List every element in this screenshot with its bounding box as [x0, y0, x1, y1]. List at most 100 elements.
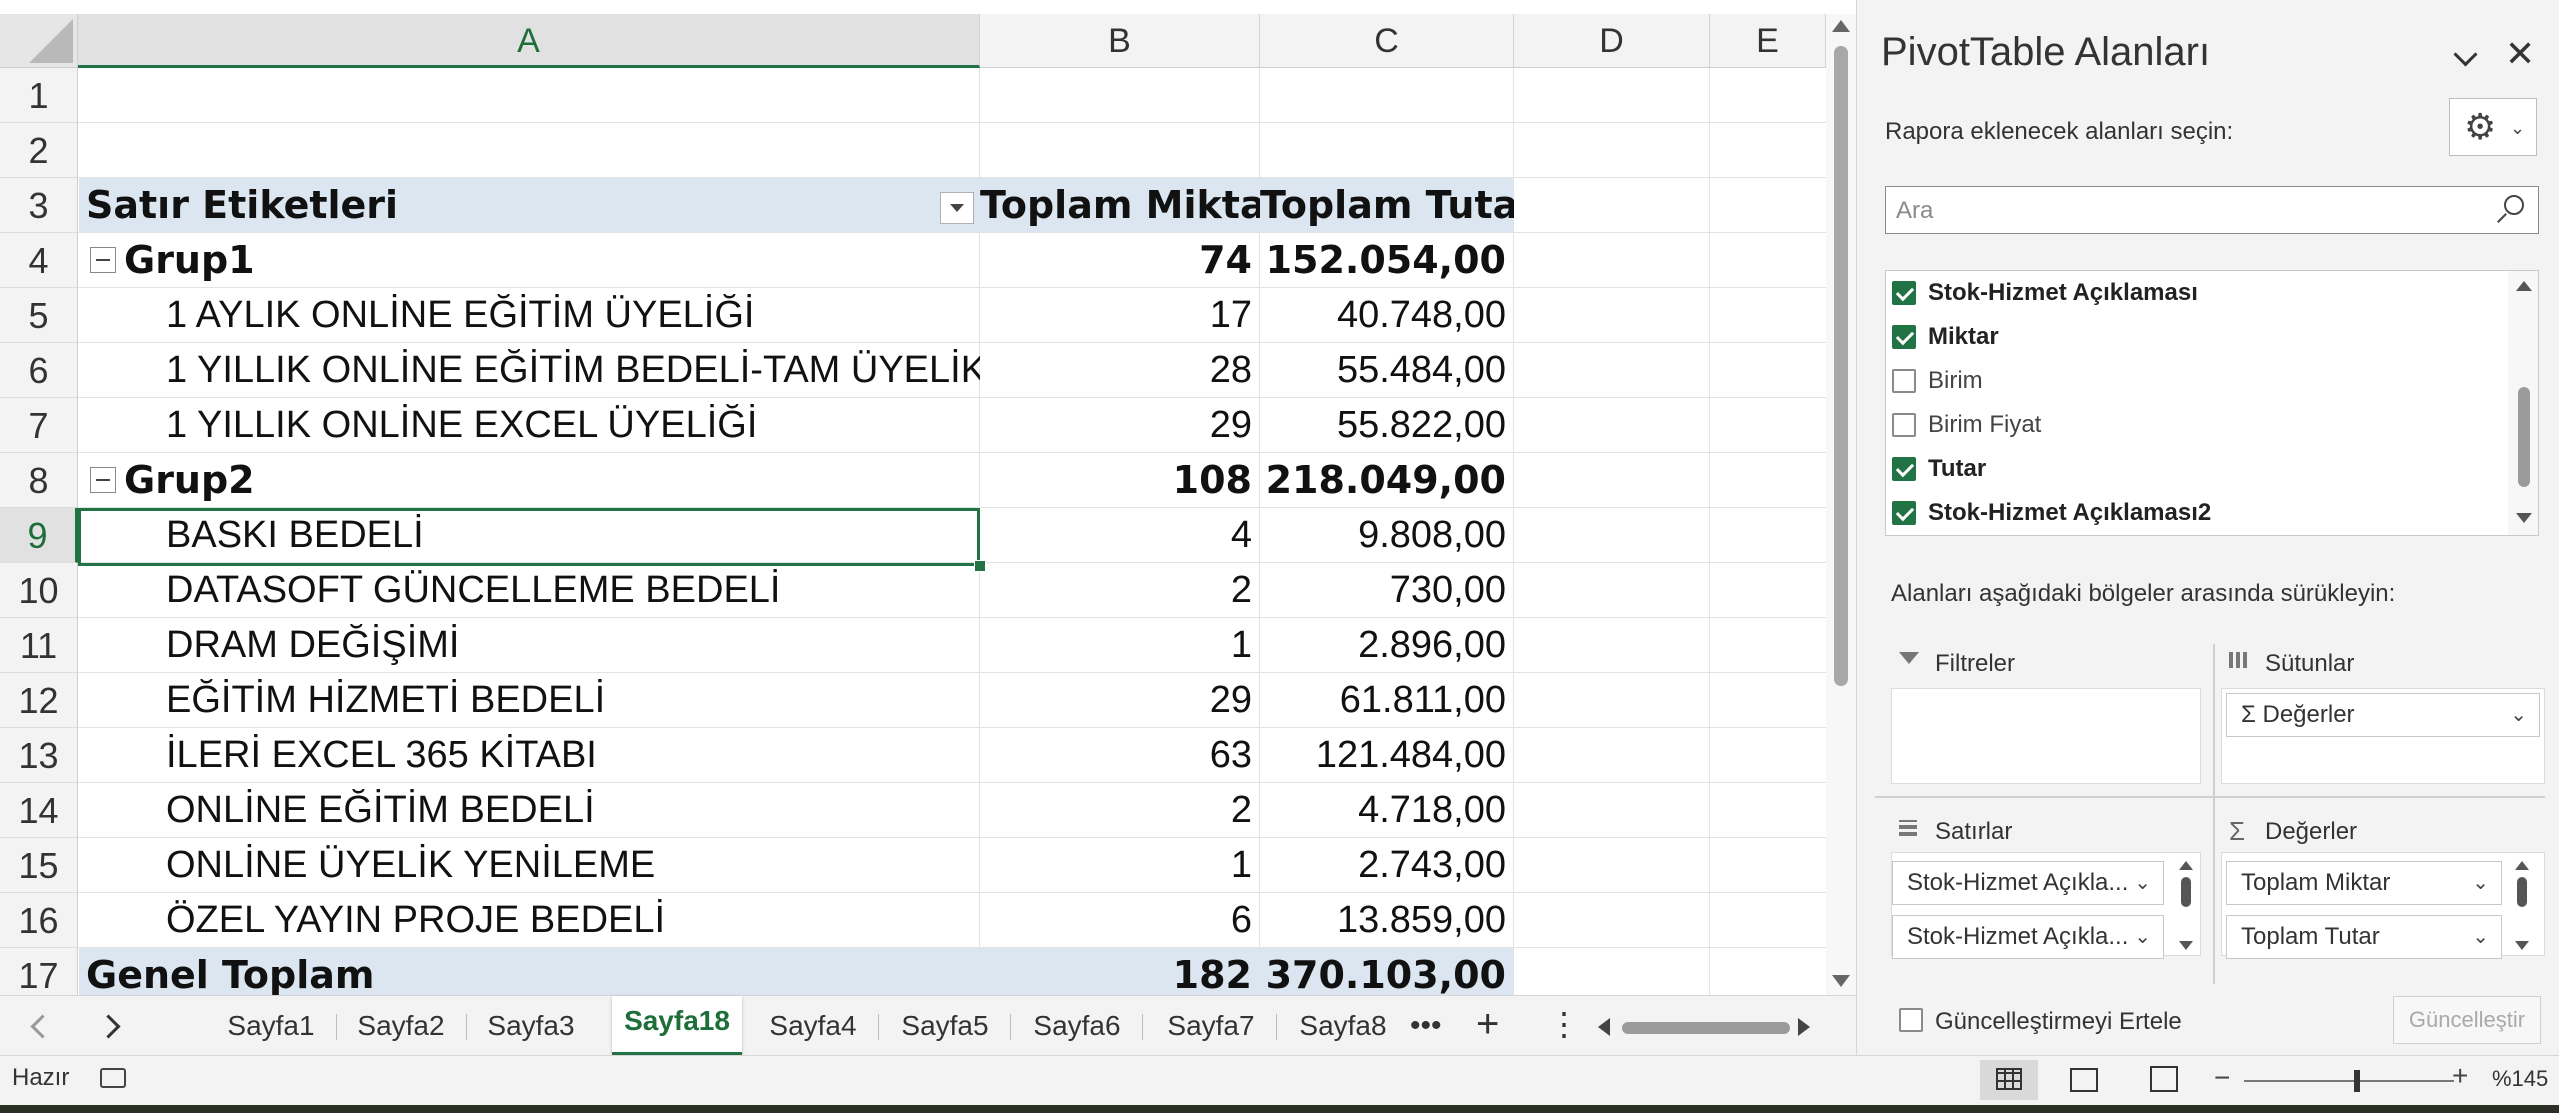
rows-item-1[interactable]: Stok-Hizmet Açıkla... ⌄ [1892, 861, 2164, 905]
row-header-14[interactable]: 14 [0, 783, 78, 838]
pivot-amount-cell[interactable]: 152.054,00 [1260, 233, 1514, 288]
accessibility-icon[interactable] [100, 1068, 126, 1088]
field-checkbox[interactable] [1892, 457, 1916, 481]
row-header-4[interactable]: 4 [0, 233, 78, 288]
pivot-qty-cell[interactable]: 1 [980, 618, 1260, 673]
pivot-qty-cell[interactable]: 1 [980, 838, 1260, 893]
sheet-tab-sayfa8[interactable]: Sayfa8 [1282, 1004, 1404, 1048]
rows-zone-scrollbar[interactable] [2176, 861, 2196, 953]
field-checkbox[interactable] [1892, 281, 1916, 305]
pivot-amount-cell[interactable]: 2.743,00 [1260, 838, 1514, 893]
pivot-group-label[interactable]: Grup2 [118, 453, 980, 508]
pivot-qty-cell[interactable]: 17 [980, 288, 1260, 343]
tab-options-icon[interactable]: ⋮ [1548, 1002, 1580, 1046]
vertical-scrollbar[interactable] [1826, 14, 1856, 995]
field-label[interactable]: Miktar [1928, 323, 1999, 351]
row-header-5[interactable]: 5 [0, 288, 78, 343]
row-header-6[interactable]: 6 [0, 343, 78, 398]
row-header-7[interactable]: 7 [0, 398, 78, 453]
column-header-a[interactable]: A [78, 14, 980, 68]
pivot-amount-cell[interactable]: 9.808,00 [1260, 508, 1514, 563]
pivot-item-label[interactable]: 1 YILLIK ONLİNE EXCEL ÜYELİĞİ [78, 398, 980, 453]
pivot-qty-cell[interactable]: 2 [980, 783, 1260, 838]
row-header-13[interactable]: 13 [0, 728, 78, 783]
row-header-17[interactable]: 17 [0, 948, 78, 995]
zoom-level[interactable]: %145 [2492, 1066, 2548, 1092]
pivot-item-label[interactable]: DRAM DEĞİŞİMİ [78, 618, 980, 673]
pivot-amount-cell[interactable]: 218.049,00 [1260, 453, 1514, 508]
pivot-amount-cell[interactable]: 55.822,00 [1260, 398, 1514, 453]
sheet-tab-sayfa1[interactable]: Sayfa1 [210, 1004, 332, 1048]
pivot-qty-cell[interactable]: 108 [980, 453, 1260, 508]
rows-item-2[interactable]: Stok-Hizmet Açıkla... ⌄ [1892, 915, 2164, 959]
search-icon[interactable] [2504, 195, 2524, 215]
sheet-tab-sayfa3[interactable]: Sayfa3 [470, 1004, 592, 1048]
sheet-tab-sayfa5[interactable]: Sayfa5 [884, 1004, 1006, 1048]
page-layout-view-icon[interactable] [2070, 1068, 2098, 1092]
panel-options-chevron-icon[interactable] [2453, 42, 2478, 67]
column-header-e[interactable]: E [1710, 14, 1826, 68]
page-break-view-icon[interactable] [2150, 1066, 2178, 1092]
pivot-qty-cell[interactable]: 29 [980, 398, 1260, 453]
hscroll-right-icon[interactable] [1798, 1018, 1810, 1036]
field-scroll-thumb[interactable] [2518, 387, 2530, 487]
pivot-header-toplam-miktar[interactable]: Toplam Miktar [980, 178, 1260, 233]
tools-gear-button[interactable]: ⚙ ⌄ [2449, 98, 2537, 156]
scroll-down-icon[interactable] [1832, 975, 1850, 987]
field-checkbox[interactable] [1892, 413, 1916, 437]
pivot-grand-total-amount[interactable]: 370.103,00 [1260, 948, 1514, 995]
zoom-out-icon[interactable]: − [2214, 1062, 2230, 1094]
zoom-slider[interactable] [2244, 1080, 2454, 1082]
field-label[interactable]: Birim [1928, 367, 1983, 395]
column-header-b[interactable]: B [980, 14, 1260, 68]
field-checkbox[interactable] [1892, 325, 1916, 349]
columns-drop-zone[interactable]: Σ Değerler ⌄ [2221, 688, 2545, 784]
row-header-2[interactable]: 2 [0, 123, 78, 178]
pivot-item-label[interactable]: ÖZEL YAYIN PROJE BEDELİ [78, 893, 980, 948]
row-header-12[interactable]: 12 [0, 673, 78, 728]
values-zone-scrollbar[interactable] [2512, 861, 2532, 953]
pivot-item-label[interactable]: İLERİ EXCEL 365 KİTABI [78, 728, 980, 783]
collapse-group-icon[interactable] [90, 247, 116, 273]
select-all-corner[interactable] [0, 14, 78, 68]
pivot-header-toplam-tutar[interactable]: Toplam Tutar [1260, 178, 1514, 233]
pivot-grand-total-label[interactable]: Genel Toplam [78, 948, 980, 995]
field-label[interactable]: Tutar [1928, 455, 1986, 483]
pivot-amount-cell[interactable]: 13.859,00 [1260, 893, 1514, 948]
vertical-scroll-thumb[interactable] [1834, 46, 1848, 686]
horizontal-scroll-thumb[interactable] [1622, 1022, 1790, 1034]
values-item-1[interactable]: Toplam Miktar ⌄ [2226, 861, 2502, 905]
field-search-input[interactable]: Ara [1896, 197, 1933, 225]
row-header-3[interactable]: 3 [0, 178, 78, 233]
pivot-grand-total-qty[interactable]: 182 [980, 948, 1260, 995]
pivot-qty-cell[interactable]: 28 [980, 343, 1260, 398]
pivot-amount-cell[interactable]: 121.484,00 [1260, 728, 1514, 783]
worksheet-grid[interactable]: ABCDE 1 2 3 4 5 6 7 8 9 10 11 12 13 14 15 16 17 Satır Et… [0, 0, 1826, 995]
prev-sheet-icon[interactable] [30, 1014, 55, 1039]
pivot-item-label[interactable]: EĞİTİM HİZMETİ BEDELİ [78, 673, 980, 728]
pivot-item-label[interactable]: DATASOFT GÜNCELLEME BEDELİ [78, 563, 980, 618]
field-list-scrollbar[interactable] [2508, 271, 2538, 535]
field-list[interactable]: Stok-Hizmet Açıklaması Miktar Birim Birim F… [1885, 270, 2539, 536]
pivot-amount-cell[interactable]: 4.718,00 [1260, 783, 1514, 838]
field-scroll-up-icon[interactable] [2516, 281, 2532, 291]
row-header-11[interactable]: 11 [0, 618, 78, 673]
column-header-d[interactable]: D [1514, 14, 1710, 68]
more-sheets-icon[interactable]: ••• [1410, 1004, 1442, 1048]
hscroll-left-icon[interactable] [1598, 1018, 1610, 1036]
row-header-10[interactable]: 10 [0, 563, 78, 618]
next-sheet-icon[interactable] [96, 1014, 121, 1039]
zoom-in-icon[interactable]: + [2452, 1060, 2468, 1092]
collapse-group-icon[interactable] [90, 467, 116, 493]
pivot-qty-cell[interactable]: 29 [980, 673, 1260, 728]
rows-drop-zone[interactable]: Stok-Hizmet Açıkla... ⌄ Stok-Hizmet Açık… [1891, 852, 2201, 959]
pivot-row-labels-header[interactable]: Satır Etiketleri [78, 178, 980, 233]
field-label[interactable]: Stok-Hizmet Açıklaması [1928, 279, 2198, 307]
pivot-amount-cell[interactable]: 40.748,00 [1260, 288, 1514, 343]
sheet-tab-sayfa7[interactable]: Sayfa7 [1150, 1004, 1272, 1048]
row-header-16[interactable]: 16 [0, 893, 78, 948]
sheet-tab-sayfa6[interactable]: Sayfa6 [1016, 1004, 1138, 1048]
field-scroll-down-icon[interactable] [2516, 513, 2532, 523]
field-checkbox[interactable] [1892, 501, 1916, 525]
pivot-item-label[interactable]: 1 AYLIK ONLİNE EĞİTİM ÜYELİĞİ [78, 288, 980, 343]
